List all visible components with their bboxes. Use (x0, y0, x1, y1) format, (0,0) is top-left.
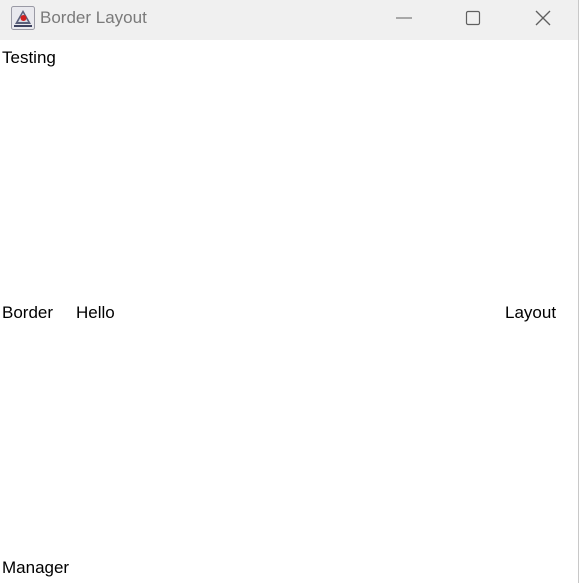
close-button[interactable] (520, 0, 566, 40)
center-label: Hello (76, 303, 115, 322)
window-title: Border Layout (40, 8, 147, 27)
java-icon (11, 6, 35, 30)
north-label: Testing (2, 48, 56, 67)
close-icon (535, 10, 551, 31)
title-bar[interactable]: Border Layout (0, 0, 578, 40)
maximize-button[interactable] (450, 0, 496, 40)
south-label: Manager (2, 558, 70, 577)
east-label: Layout (505, 303, 557, 322)
west-label: Border (2, 303, 54, 322)
content-pane: Testing Border Hello Layout Manager (0, 40, 578, 583)
minimize-button[interactable] (381, 0, 427, 40)
maximize-icon (465, 10, 481, 31)
app-window: Border Layout Testing Border Hello Layou… (0, 0, 579, 583)
minimize-icon (396, 10, 412, 31)
